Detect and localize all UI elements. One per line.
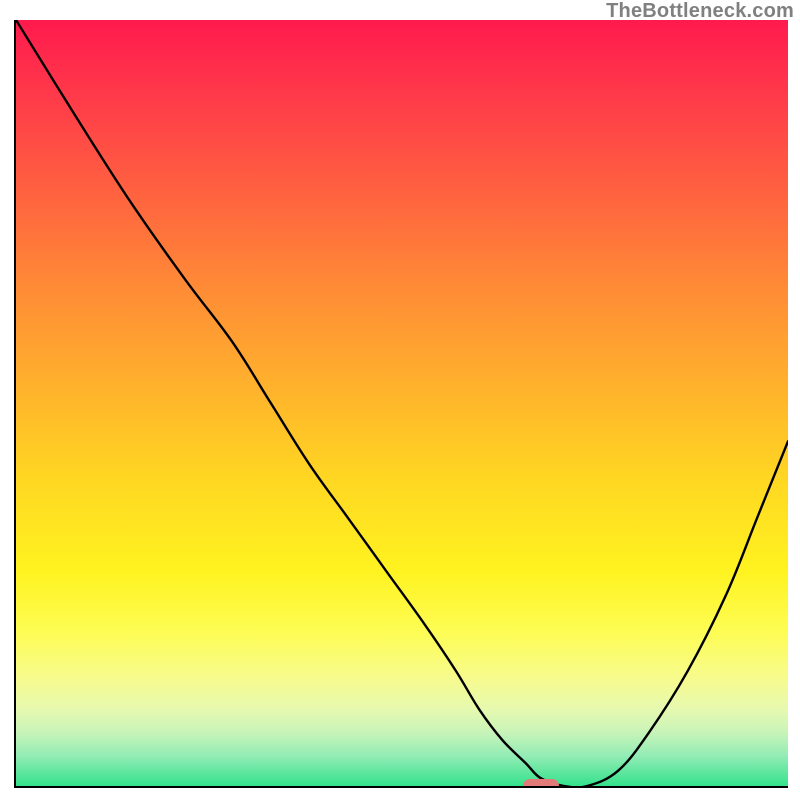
bottleneck-curve-path xyxy=(16,20,788,786)
optimal-point-marker xyxy=(523,779,559,788)
curve-svg xyxy=(16,20,788,786)
plot-area xyxy=(14,20,788,788)
bottleneck-chart: TheBottleneck.com xyxy=(0,0,800,800)
